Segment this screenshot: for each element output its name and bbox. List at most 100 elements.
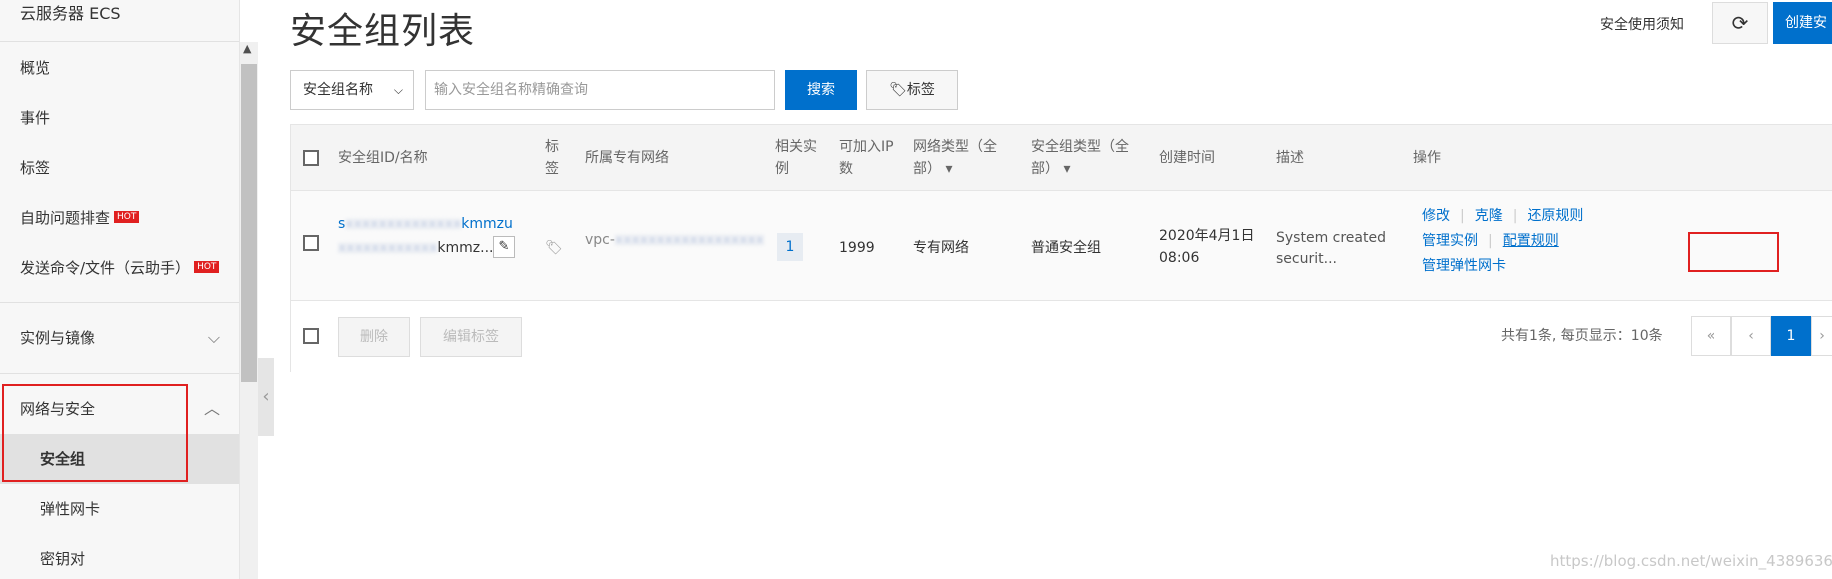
sidebar-item-cloud-assistant[interactable]: 发送命令/文件（云助手） HOT: [0, 243, 239, 293]
table-header: 安全组ID/名称 标签 所属专有网络 相关实例 可加入IP数 网络类型（全部） …: [291, 125, 1832, 191]
delete-button[interactable]: 删除: [338, 317, 410, 357]
col-header-net-type-label: 网络类型（全部）: [913, 139, 997, 177]
sidebar-group-label: 实例与镜像: [20, 329, 96, 347]
next-page-button[interactable]: ›: [1811, 316, 1832, 356]
security-group-type: 普通安全组: [1031, 240, 1101, 256]
sidebar-item-label: 概览: [20, 59, 51, 77]
table-footer: 删除 编辑标签 共有1条, 每页显示：10条 « ‹ 1 ›: [291, 301, 1832, 373]
pagination-info: 共有1条, 每页显示：10条: [1501, 328, 1663, 344]
select-all-checkbox[interactable]: [303, 150, 319, 166]
scrollbar-thumb[interactable]: [241, 64, 257, 382]
security-group-name-suffix: kmmz...: [437, 240, 494, 256]
redacted-text: xxxxxxxxxxxxxxxxxx: [614, 232, 765, 248]
tag-filter-button[interactable]: 🏷标签: [866, 70, 958, 110]
tag-icon: 🏷: [889, 82, 907, 98]
page-1-button[interactable]: 1: [1771, 316, 1811, 356]
col-header-net-type[interactable]: 网络类型（全部） ▾: [913, 136, 1009, 180]
sidebar-item-troubleshoot[interactable]: 自助问题排查 HOT: [0, 193, 239, 243]
description-line2: securit...: [1276, 251, 1337, 267]
sidebar-item-keypair[interactable]: 密钥对: [0, 534, 239, 579]
vpc-id[interactable]: vpc-xxxxxxxxxxxxxxxxxx: [585, 229, 764, 251]
sidebar-item-overview[interactable]: 概览: [0, 43, 239, 93]
col-header-desc: 描述: [1276, 150, 1304, 166]
col-header-sg-type-label: 安全组类型（全部）: [1031, 139, 1129, 177]
related-instances-count[interactable]: 1: [777, 233, 803, 261]
create-security-group-button[interactable]: 创建安: [1773, 2, 1832, 44]
col-header-vpc: 所属专有网络: [585, 150, 669, 166]
sidebar-divider: [0, 373, 239, 374]
sidebar-group-instances-images[interactable]: 实例与镜像 ⌵: [0, 313, 239, 363]
created-date: 2020年4月1日: [1159, 228, 1255, 244]
col-header-tag: 标签: [545, 139, 559, 177]
security-group-id-suffix: kmmzu: [461, 216, 513, 232]
chevron-left-icon: ‹: [262, 386, 270, 407]
sidebar-item-label: 自助问题排查: [20, 209, 111, 227]
created-time: 08:06: [1159, 250, 1200, 266]
col-header-ip-count: 可加入IP数: [839, 139, 894, 177]
sidebar: 云服务器 ECS 概览 事件 标签 自助问题排查 HOT 发送命令/文件（云助手）…: [0, 0, 240, 579]
sidebar-collapse-handle[interactable]: ‹: [258, 358, 274, 436]
tag-icon[interactable]: 🏷: [545, 237, 563, 259]
security-group-name: xxxxxxxxxxxxkmmz...: [338, 237, 494, 259]
configure-rules-link[interactable]: 配置规则: [1503, 233, 1559, 249]
manage-instances-link[interactable]: 管理实例: [1422, 233, 1478, 249]
security-notice-link[interactable]: 安全使用须知: [1600, 14, 1684, 34]
main-content: 安全组列表 安全使用须知 ⟳ 创建安 安全组名称⌵ 搜索 🏷标签 安全组ID/名…: [290, 0, 1832, 579]
sidebar-item-eni[interactable]: 弹性网卡: [0, 484, 239, 534]
refresh-icon: ⟳: [1731, 11, 1749, 35]
separator: |: [1512, 208, 1518, 224]
edit-tags-button[interactable]: 编辑标签: [420, 317, 522, 357]
sidebar-scrollbar[interactable]: ▲: [240, 42, 258, 579]
pencil-icon: ✎: [498, 239, 510, 254]
highlight-box-configure-rules: [1688, 232, 1779, 272]
caret-down-icon: ▾: [941, 161, 953, 177]
sidebar-item-events[interactable]: 事件: [0, 93, 239, 143]
chevron-down-icon: ⌵: [393, 83, 403, 97]
redacted-text: xxxxxxxxxxxx: [338, 240, 438, 256]
restore-rules-link[interactable]: 还原规则: [1527, 208, 1583, 224]
separator: |: [1460, 208, 1465, 224]
search-button[interactable]: 搜索: [785, 70, 857, 110]
vpc-id-prefix: vpc-: [585, 232, 615, 248]
hot-badge: HOT: [194, 261, 220, 273]
sidebar-item-label: 弹性网卡: [40, 500, 101, 518]
separator: |: [1488, 233, 1493, 249]
scroll-up-icon[interactable]: ▲: [243, 42, 251, 55]
manage-eni-link[interactable]: 管理弹性网卡: [1422, 258, 1506, 274]
prev-page-button[interactable]: ‹: [1731, 316, 1771, 356]
description-line1: System created: [1276, 230, 1386, 246]
redacted-text: xxxxxxxxxxxxxx: [345, 216, 462, 232]
row-checkbox[interactable]: [303, 235, 319, 251]
col-header-sg-type[interactable]: 安全组类型（全部） ▾: [1031, 136, 1141, 180]
ip-capacity: 1999: [839, 240, 875, 256]
network-type: 专有网络: [913, 240, 969, 256]
col-header-id-name: 安全组ID/名称: [338, 150, 428, 166]
ops-line1: 修改 | 克隆 | 还原规则: [1422, 205, 1583, 227]
ops-line2: 管理实例 | 配置规则: [1422, 230, 1559, 252]
highlight-box-network-security: [2, 384, 188, 482]
sidebar-item-label: 事件: [20, 109, 51, 127]
first-page-button[interactable]: «: [1691, 316, 1731, 356]
chevron-down-icon: ⌵: [207, 328, 220, 347]
caret-down-icon: ▾: [1059, 161, 1071, 177]
sidebar-item-label: 发送命令/文件（云助手）: [20, 259, 191, 277]
search-field-select[interactable]: 安全组名称 ⌵: [290, 70, 414, 110]
sidebar-title: 云服务器 ECS: [0, 0, 239, 42]
sidebar-item-tags[interactable]: 标签: [0, 143, 239, 193]
col-header-ops: 操作: [1413, 150, 1441, 166]
refresh-button[interactable]: ⟳: [1712, 2, 1768, 44]
table-row: sxxxxxxxxxxxxxxkmmzu xxxxxxxxxxxxkmmz...…: [291, 191, 1832, 301]
footer-select-all-checkbox[interactable]: [303, 328, 319, 344]
sidebar-item-label: 标签: [20, 159, 51, 177]
security-group-id-link[interactable]: sxxxxxxxxxxxxxxkmmzu: [338, 213, 513, 235]
edit-name-button[interactable]: ✎: [493, 236, 515, 258]
ops-line3: 管理弹性网卡: [1422, 255, 1506, 277]
clone-link[interactable]: 克隆: [1475, 208, 1503, 224]
page-title: 安全组列表: [290, 11, 476, 52]
security-group-table: 安全组ID/名称 标签 所属专有网络 相关实例 可加入IP数 网络类型（全部） …: [290, 124, 1832, 373]
search-input[interactable]: [425, 70, 775, 110]
sidebar-item-label: 密钥对: [40, 550, 86, 568]
watermark: https://blog.csdn.net/weixin_43896364: [1550, 552, 1832, 570]
hot-badge: HOT: [114, 211, 140, 223]
modify-link[interactable]: 修改: [1422, 208, 1450, 224]
